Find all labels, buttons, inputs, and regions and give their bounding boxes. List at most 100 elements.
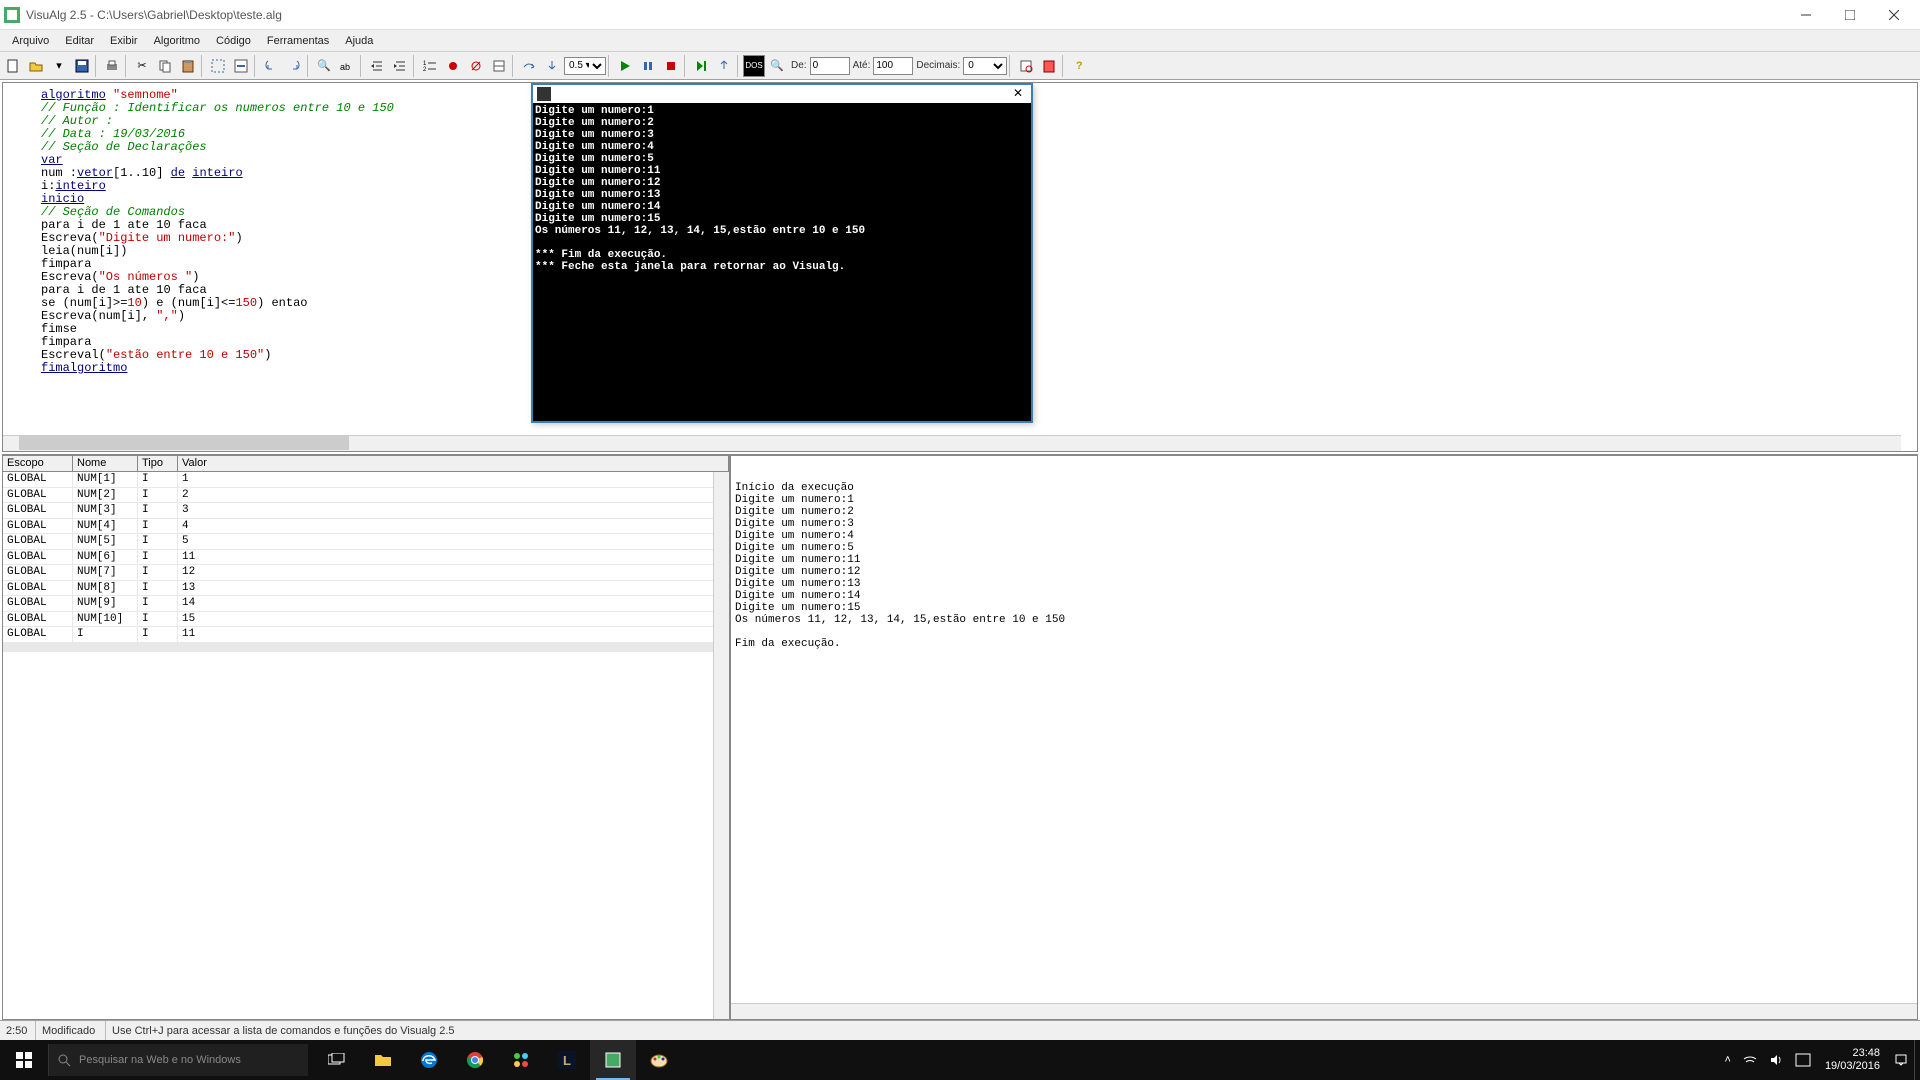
table-row[interactable]: GLOBALII11	[3, 627, 729, 643]
step-button[interactable]	[690, 55, 712, 77]
start-button[interactable]	[0, 1040, 48, 1080]
table-row[interactable]: GLOBALNUM[2]I2	[3, 488, 729, 504]
refresh-screen-button[interactable]: 🔍	[766, 55, 788, 77]
menu-código[interactable]: Código	[208, 33, 259, 49]
step-out-button[interactable]	[713, 55, 735, 77]
menubar: ArquivoEditarExibirAlgoritmoCódigoFerram…	[0, 30, 1920, 52]
table-row[interactable]: GLOBALNUM[5]I5	[3, 534, 729, 550]
app-icon	[4, 7, 20, 23]
edge-icon[interactable]	[406, 1040, 452, 1080]
tray-clock[interactable]: 23:48 19/03/2016	[1817, 1047, 1888, 1073]
tray-time: 23:48	[1825, 1047, 1880, 1060]
menu-ferramentas[interactable]: Ferramentas	[259, 33, 337, 49]
numbered-list-button[interactable]: 12	[419, 55, 441, 77]
vars-button[interactable]	[488, 55, 510, 77]
stop-button[interactable]	[660, 55, 682, 77]
cursor-position: 2:50	[0, 1021, 36, 1040]
taskbar: Pesquisar na Web e no Windows L ˄ 23:48 …	[0, 1040, 1920, 1080]
step-into-button[interactable]	[541, 55, 563, 77]
menu-editar[interactable]: Editar	[57, 33, 102, 49]
log-horizontal-scrollbar[interactable]	[731, 1003, 1917, 1019]
breakpoint-button[interactable]	[442, 55, 464, 77]
menu-algoritmo[interactable]: Algoritmo	[146, 33, 208, 49]
table-row[interactable]: GLOBALNUM[4]I4	[3, 519, 729, 535]
editor-horizontal-scrollbar[interactable]	[3, 435, 1901, 451]
clear-breakpoints-button[interactable]	[465, 55, 487, 77]
minimize-button[interactable]	[1784, 1, 1828, 29]
dos-mode-button[interactable]: DOS	[743, 55, 765, 77]
tray-notifications-icon[interactable]	[1888, 1053, 1914, 1067]
table-row[interactable]: GLOBALNUM[6]I11	[3, 550, 729, 566]
copy-button[interactable]	[154, 55, 176, 77]
decimais-combo[interactable]: 0	[963, 57, 1007, 75]
outdent-button[interactable]	[389, 55, 411, 77]
status-hint: Use Ctrl+J para acessar a lista de coman…	[106, 1021, 1920, 1040]
save-button[interactable]	[71, 55, 93, 77]
open-dropdown-button[interactable]: ▾	[48, 55, 70, 77]
svg-text:ab: ab	[340, 62, 350, 72]
pause-button[interactable]	[637, 55, 659, 77]
console-close-button[interactable]: ✕	[1009, 86, 1027, 102]
preview-button[interactable]	[1015, 55, 1037, 77]
lol-icon[interactable]: L	[544, 1040, 590, 1080]
tray-language-icon[interactable]	[1789, 1053, 1817, 1067]
col-valor-header[interactable]: Valor	[178, 456, 729, 471]
new-button[interactable]	[2, 55, 24, 77]
indent-button[interactable]	[366, 55, 388, 77]
tray-chevron-icon[interactable]: ˄	[1719, 1054, 1737, 1066]
de-input[interactable]	[810, 57, 850, 75]
cut-button[interactable]: ✂	[131, 55, 153, 77]
table-row[interactable]: GLOBALNUM[9]I14	[3, 596, 729, 612]
modified-status: Modificado	[36, 1021, 106, 1040]
titlebar: VisuAlg 2.5 - C:\Users\Gabriel\Desktop\t…	[0, 0, 1920, 30]
step-over-button[interactable]	[518, 55, 540, 77]
console-icon	[537, 87, 551, 101]
paint-icon[interactable]	[636, 1040, 682, 1080]
svg-text:2: 2	[423, 67, 427, 73]
redo-button[interactable]	[283, 55, 305, 77]
ate-label: Até:	[853, 60, 871, 71]
table-row[interactable]: GLOBALNUM[1]I1	[3, 472, 729, 488]
timer-combo[interactable]: 0.5 ▾	[564, 57, 606, 75]
select-all-button[interactable]	[207, 55, 229, 77]
console-window: ✕ Digite um numero:1 Digite um numero:2 …	[531, 83, 1033, 423]
statusbar: 2:50 Modificado Use Ctrl+J para acessar …	[0, 1020, 1920, 1040]
show-desktop-button[interactable]	[1914, 1040, 1920, 1080]
maximize-button[interactable]	[1828, 1, 1872, 29]
find-button[interactable]: 🔍	[313, 55, 335, 77]
app4-icon[interactable]	[498, 1040, 544, 1080]
run-button[interactable]	[614, 55, 636, 77]
decimais-label: Decimais:	[916, 60, 960, 71]
visualg-taskbar-icon[interactable]	[590, 1040, 636, 1080]
table-row[interactable]: GLOBALNUM[7]I12	[3, 565, 729, 581]
tray-volume-icon[interactable]	[1763, 1053, 1789, 1067]
goto-line-button[interactable]	[230, 55, 252, 77]
close-button[interactable]	[1872, 1, 1916, 29]
print-button[interactable]	[101, 55, 123, 77]
open-button[interactable]	[25, 55, 47, 77]
ate-input[interactable]	[873, 57, 913, 75]
replace-button[interactable]: ab	[336, 55, 358, 77]
tutorial-button[interactable]	[1038, 55, 1060, 77]
task-view-button[interactable]	[314, 1040, 360, 1080]
menu-ajuda[interactable]: Ajuda	[337, 33, 381, 49]
table-row[interactable]: GLOBALNUM[8]I13	[3, 581, 729, 597]
col-tipo-header[interactable]: Tipo	[138, 456, 178, 471]
help-button[interactable]: ?	[1068, 55, 1090, 77]
taskbar-search[interactable]: Pesquisar na Web e no Windows	[48, 1044, 308, 1076]
table-row[interactable]: GLOBALNUM[3]I3	[3, 503, 729, 519]
col-nome-header[interactable]: Nome	[73, 456, 138, 471]
col-escopo-header[interactable]: Escopo	[3, 456, 73, 471]
vars-vertical-scrollbar[interactable]	[713, 472, 729, 1019]
undo-button[interactable]	[260, 55, 282, 77]
code-editor[interactable]: algoritmo "semnome"// Função : Identific…	[2, 82, 1918, 452]
tray-wifi-icon[interactable]	[1737, 1053, 1763, 1067]
menu-exibir[interactable]: Exibir	[102, 33, 146, 49]
tray-date: 19/03/2016	[1825, 1060, 1880, 1073]
paste-button[interactable]	[177, 55, 199, 77]
file-explorer-icon[interactable]	[360, 1040, 406, 1080]
table-row[interactable]	[3, 651, 729, 652]
chrome-icon[interactable]	[452, 1040, 498, 1080]
menu-arquivo[interactable]: Arquivo	[4, 33, 57, 49]
table-row[interactable]: GLOBALNUM[10]I15	[3, 612, 729, 628]
